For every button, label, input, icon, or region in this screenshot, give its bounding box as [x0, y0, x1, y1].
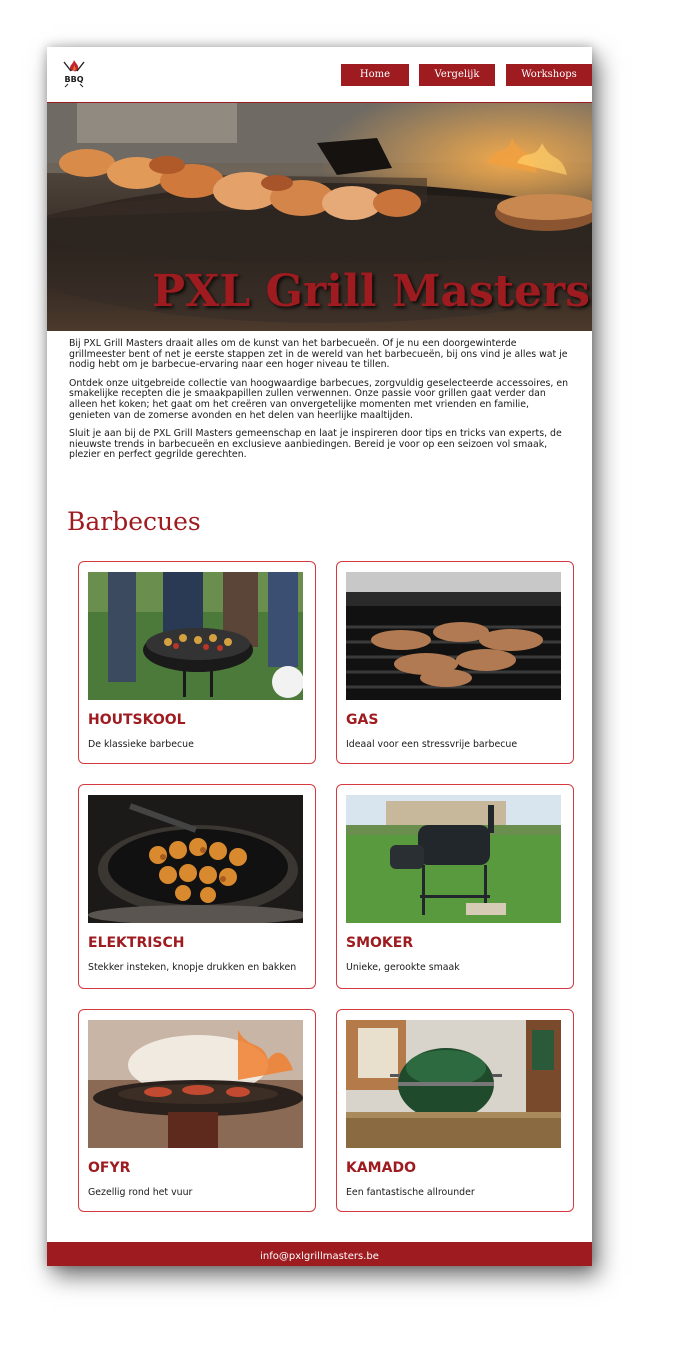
intro-paragraph: Ontdek onze uitgebreide collectie van ho…: [69, 377, 569, 421]
nav-workshops-button[interactable]: Workshops: [506, 64, 592, 86]
bbq-logo-icon: BBQ: [63, 60, 85, 88]
hero-title: PXL Grill Masters: [152, 266, 590, 317]
card-title: ELEKTRISCH: [88, 935, 185, 951]
hero-banner: PXL Grill Masters: [47, 102, 592, 331]
footer-email-link[interactable]: info@pxlgrillmasters.be: [47, 1251, 592, 1262]
card-houtskool[interactable]: HOUTSKOOL De klassieke barbecue: [78, 561, 316, 764]
card-description: Een fantastische allrounder: [346, 1187, 475, 1198]
card-image: [88, 1020, 303, 1148]
card-title: KAMADO: [346, 1160, 416, 1176]
card-image: [346, 795, 561, 923]
card-image: [88, 572, 303, 700]
card-title: GAS: [346, 712, 379, 728]
logo-text: BBQ: [65, 75, 84, 84]
web-page: BBQ Home Vergelijk Workshops PXL Grill M…: [47, 47, 592, 1266]
card-image: [88, 795, 303, 923]
card-ofyr[interactable]: OFYR Gezellig rond het vuur: [78, 1009, 316, 1212]
card-kamado[interactable]: KAMADO Een fantastische allrounder: [336, 1009, 574, 1212]
card-image: [346, 572, 561, 700]
nav-home-button[interactable]: Home: [341, 64, 409, 86]
intro-paragraph: Sluit je aan bij de PXL Grill Masters ge…: [69, 428, 562, 461]
card-description: Unieke, gerookte smaak: [346, 962, 460, 973]
nav-vergelijk-button[interactable]: Vergelijk: [419, 64, 495, 86]
footer: info@pxlgrillmasters.be: [47, 1242, 592, 1266]
card-description: Gezellig rond het vuur: [88, 1187, 193, 1198]
card-title: HOUTSKOOL: [88, 712, 186, 728]
card-description: Ideaal voor een stressvrije barbecue: [346, 739, 518, 750]
card-title: SMOKER: [346, 935, 414, 951]
card-title: OFYR: [88, 1160, 131, 1176]
bbq-logo[interactable]: BBQ: [59, 58, 89, 88]
section-title: Barbecues: [67, 507, 201, 536]
card-elektrisch[interactable]: ELEKTRISCH Stekker insteken, knopje druk…: [78, 784, 316, 989]
card-description: De klassieke barbecue: [88, 739, 194, 750]
intro-text: Bij PXL Grill Masters draait alles om de…: [69, 338, 569, 469]
intro-paragraph: Bij PXL Grill Masters draait alles om de…: [69, 338, 568, 371]
card-smoker[interactable]: SMOKER Unieke, gerookte smaak: [336, 784, 574, 989]
card-description: Stekker insteken, knopje drukken en bakk…: [88, 962, 297, 973]
card-image: [346, 1020, 561, 1148]
card-gas[interactable]: GAS Ideaal voor een stressvrije barbecue: [336, 561, 574, 764]
